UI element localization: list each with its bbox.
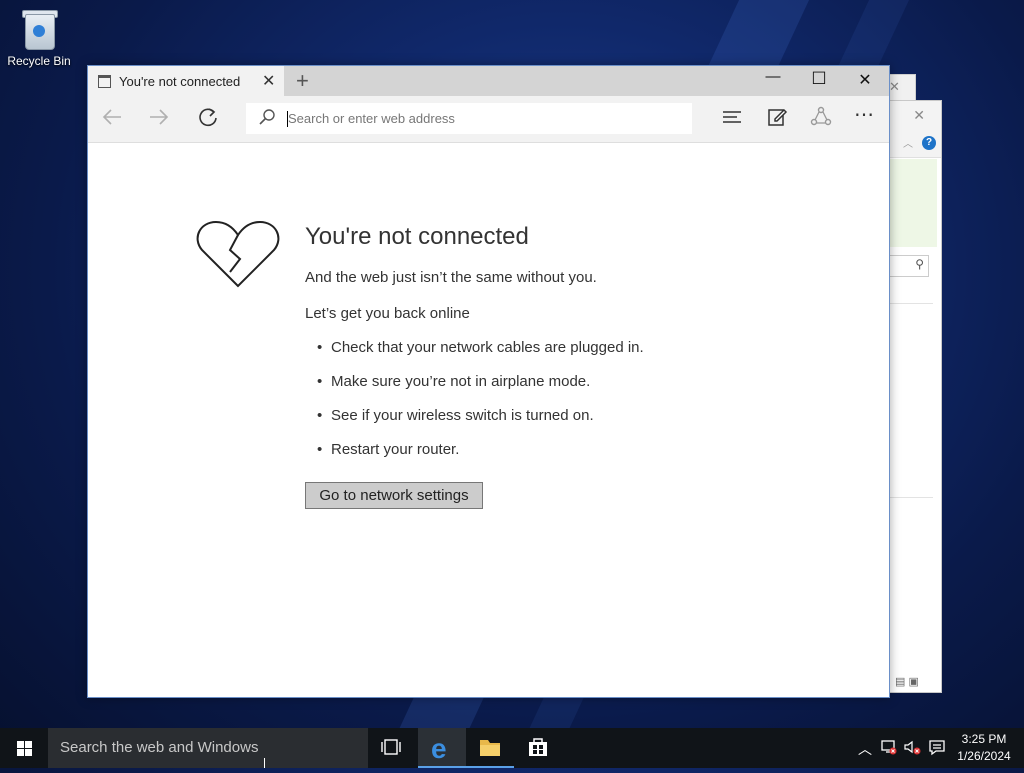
broken-heart-icon bbox=[196, 220, 280, 288]
background-window[interactable]: ✕ ︿ ? ⚲ ▤ ▣ bbox=[888, 100, 942, 693]
list-item: Restart your router. bbox=[317, 441, 644, 475]
refresh-icon[interactable] bbox=[197, 106, 219, 134]
list-item: Make sure you’re not in airplane mode. bbox=[317, 373, 644, 407]
page-icon bbox=[98, 75, 111, 88]
mouse-cursor bbox=[264, 758, 267, 768]
network-settings-button[interactable]: Go to network settings bbox=[305, 482, 483, 509]
chevron-up-icon[interactable]: ︿ bbox=[903, 135, 913, 150]
action-center-icon[interactable] bbox=[928, 738, 946, 759]
close-icon[interactable]: ✕ bbox=[889, 79, 900, 95]
error-heading: You're not connected bbox=[305, 223, 529, 250]
help-icon[interactable]: ? bbox=[922, 136, 936, 150]
minimize-button[interactable]: — bbox=[753, 68, 793, 85]
taskbar-search-placeholder: Search the web and Windows bbox=[60, 739, 259, 756]
more-icon[interactable]: ⋯ bbox=[854, 102, 874, 127]
error-subheading: And the web just isn’t the same without … bbox=[305, 269, 597, 286]
tab-close-icon[interactable]: ✕ bbox=[262, 71, 275, 91]
background-search-box[interactable]: ⚲ bbox=[889, 255, 929, 277]
close-window-button[interactable]: ✕ bbox=[845, 70, 885, 90]
error-page: You're not connected And the web just is… bbox=[88, 143, 889, 697]
network-icon[interactable] bbox=[880, 738, 898, 759]
windows-start-icon[interactable] bbox=[0, 728, 48, 768]
chevron-up-icon[interactable]: ︿ bbox=[858, 739, 872, 759]
recycle-bin[interactable]: Recycle Bin bbox=[6, 8, 72, 68]
taskbar-search-box[interactable]: Search the web and Windows bbox=[48, 728, 368, 768]
error-prompt: Let’s get you back online bbox=[305, 305, 470, 322]
address-bar[interactable] bbox=[246, 103, 692, 134]
title-bar: You're not connected ✕ + — ☐ ✕ bbox=[88, 66, 889, 96]
search-icon: ⚲ bbox=[915, 257, 924, 271]
list-item: Check that your network cables are plugg… bbox=[317, 339, 644, 373]
recycle-bin-label: Recycle Bin bbox=[7, 54, 71, 68]
file-explorer-icon[interactable] bbox=[466, 728, 514, 768]
hub-icon[interactable] bbox=[721, 106, 743, 134]
new-tab-button[interactable]: + bbox=[296, 68, 309, 94]
tab-title: You're not connected bbox=[119, 74, 241, 89]
volume-muted-icon[interactable] bbox=[903, 738, 921, 759]
toolbar: ⋯ bbox=[88, 96, 889, 143]
green-panel bbox=[889, 159, 937, 247]
address-input[interactable] bbox=[288, 108, 683, 129]
store-icon[interactable] bbox=[514, 728, 562, 768]
share-icon[interactable] bbox=[810, 106, 832, 134]
maximize-button[interactable]: ☐ bbox=[799, 69, 839, 89]
system-clock[interactable]: 3:25 PM 1/26/2024 bbox=[952, 731, 1016, 765]
clock-date: 1/26/2024 bbox=[957, 749, 1011, 763]
edge-icon[interactable]: e bbox=[418, 728, 466, 768]
view-icons[interactable]: ▤ ▣ bbox=[895, 675, 919, 688]
edge-browser-window: You're not connected ✕ + — ☐ ✕ Search or… bbox=[87, 65, 890, 698]
tab-active[interactable]: You're not connected ✕ bbox=[88, 66, 284, 96]
close-icon[interactable]: ✕ bbox=[913, 107, 925, 124]
clock-time: 3:25 PM bbox=[961, 732, 1007, 746]
taskbar: Search the web and Windows e ︿ 3:25 PM 1… bbox=[0, 728, 1024, 768]
svg-text:e: e bbox=[431, 733, 447, 764]
troubleshooting-list: Check that your network cables are plugg… bbox=[317, 339, 644, 475]
recycle-bin-icon bbox=[22, 8, 58, 50]
web-note-icon[interactable] bbox=[766, 106, 788, 134]
task-view-icon[interactable] bbox=[380, 738, 402, 761]
search-icon bbox=[258, 108, 276, 131]
forward-icon[interactable] bbox=[148, 106, 170, 134]
back-icon[interactable] bbox=[101, 106, 123, 134]
list-item: See if your wireless switch is turned on… bbox=[317, 407, 644, 441]
